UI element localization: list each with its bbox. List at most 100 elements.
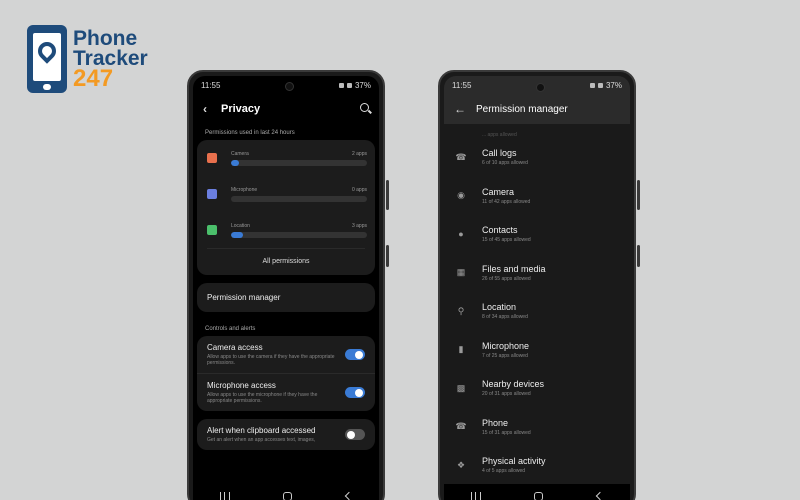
volume-button	[386, 180, 389, 210]
volume-button	[637, 180, 640, 210]
phonetracker247-logo: Phone Tracker 247	[27, 23, 157, 95]
usage-header: Location 3 apps	[231, 223, 367, 229]
nearby-devices-icon: ▩	[456, 382, 466, 393]
permission-item[interactable]: ◉ Camera 11 of 42 apps allowed	[444, 177, 630, 216]
clipboard-card: Alert when clipboard accessed Get an ale…	[197, 419, 375, 450]
home-icon[interactable]	[534, 491, 544, 500]
permission-manager-screen: 11:55 37% ← Permission manager ... apps …	[444, 76, 630, 500]
usage-count: 2 apps	[351, 150, 367, 157]
front-camera	[536, 83, 545, 92]
clipboard-desc: Get an alert when an app accesses text, …	[207, 437, 316, 443]
permission-manager-item[interactable]: Permission manager	[197, 283, 375, 312]
location-icon: ⚲	[457, 305, 465, 316]
permission-title: Files and media	[482, 263, 546, 274]
search-icon[interactable]	[360, 103, 369, 112]
usage-bar	[231, 195, 367, 202]
permission-item[interactable]: ☎ Call logs 6 of 10 apps allowed	[444, 138, 630, 177]
call-log-icon: ☎	[455, 151, 467, 162]
permission-text: Nearby devices 20 of 31 apps allowed	[482, 379, 544, 397]
page-title: Permission manager	[476, 103, 568, 115]
clipboard-title: Alert when clipboard accessed	[207, 426, 316, 435]
wifi-icon	[597, 82, 603, 88]
toggle-desc: Allow apps to use the camera if they hav…	[207, 354, 335, 366]
permission-title: Contacts	[482, 225, 518, 236]
permission-text: Phone 15 of 31 apps allowed	[482, 418, 531, 436]
controls-section-label: Controls and alerts	[205, 326, 256, 332]
privacy-screen: 11:55 37% ‹ Privacy Permissions used in …	[193, 76, 379, 500]
permission-manager-appbar: ← Permission manager	[444, 94, 630, 124]
permission-item[interactable]: ☎ Phone 15 of 31 apps allowed	[444, 408, 630, 447]
page-title: Privacy	[221, 103, 261, 115]
permission-subtitle: 7 of 25 apps allowed	[482, 352, 528, 359]
usage-count: 0 apps	[351, 186, 367, 193]
recent-apps-icon[interactable]	[470, 492, 481, 500]
location-icon	[207, 225, 217, 235]
power-button	[386, 245, 389, 267]
signal-icon	[338, 82, 344, 88]
permission-text: Camera 11 of 42 apps allowed	[482, 187, 530, 205]
permission-title: Call logs	[482, 148, 517, 159]
usage-bar	[231, 231, 367, 238]
usage-card: Camera 2 apps Microphone 0 apps Location 3 ap…	[197, 140, 375, 275]
access-toggle[interactable]	[345, 349, 365, 360]
permission-subtitle: 15 of 31 apps allowed	[482, 429, 531, 436]
all-permissions-link[interactable]: All permissions	[207, 248, 365, 275]
logo-text: Phone Tracker 247	[73, 27, 148, 92]
folder-icon: ▦	[456, 267, 466, 278]
usage-row[interactable]: Microphone 0 apps	[197, 176, 375, 212]
back-icon[interactable]: ‹	[203, 102, 207, 116]
permission-subtitle: 6 of 10 apps allowed	[482, 160, 528, 167]
clipboard-alert-row[interactable]: Alert when clipboard accessed Get an ale…	[197, 419, 375, 450]
permission-title: Camera	[482, 186, 515, 197]
toggle-desc: Allow apps to use the microphone if they…	[207, 392, 318, 404]
permission-text: Physical activity 4 of 5 apps allowed	[482, 456, 546, 474]
permission-text: Contacts 15 of 45 apps allowed	[482, 225, 531, 243]
usage-bar-fill	[231, 231, 244, 238]
status-battery: 37%	[605, 80, 622, 90]
permission-item[interactable]: ▦ Files and media 26 of 55 apps allowed	[444, 254, 630, 293]
toggle-knob	[355, 388, 363, 397]
permission-item[interactable]: ❖ Physical activity 4 of 5 apps allowed	[444, 446, 630, 485]
permission-subtitle: 11 of 42 apps allowed	[482, 198, 531, 205]
permission-title: Location	[482, 302, 517, 313]
toggle-text: Camera access Allow apps to use the camer…	[207, 343, 337, 366]
usage-label: Location	[231, 222, 250, 229]
permission-item[interactable]: ⚲ Location 8 of 34 apps allowed	[444, 292, 630, 331]
permission-subtitle: 4 of 5 apps allowed	[482, 468, 526, 475]
permission-text: Microphone 7 of 25 apps allowed	[482, 341, 529, 359]
usage-row[interactable]: Camera 2 apps	[197, 140, 375, 176]
logo-line3: 247	[73, 65, 114, 92]
permission-item[interactable]: ● Contacts 15 of 45 apps allowed	[444, 215, 630, 254]
toggle-row[interactable]: Microphone access Allow apps to use the m…	[197, 374, 375, 411]
status-time: 11:55	[201, 80, 221, 90]
left-phone: 11:55 37% ‹ Privacy Permissions used in …	[187, 70, 385, 500]
permission-item[interactable]: ▮ Microphone 7 of 25 apps allowed	[444, 331, 630, 370]
status-battery: 37%	[354, 80, 371, 90]
permission-text: Files and media 26 of 55 apps allowed	[482, 264, 546, 282]
access-toggle[interactable]	[345, 387, 365, 398]
permission-subtitle: 8 of 34 apps allowed	[482, 314, 528, 321]
logo-line1: Phone	[73, 27, 138, 50]
front-camera	[285, 82, 294, 91]
status-time: 11:55	[452, 80, 472, 90]
back-arrow-icon[interactable]: ←	[454, 102, 466, 116]
nav-back-icon[interactable]	[595, 491, 605, 500]
contacts-icon: ●	[458, 229, 464, 240]
permission-subtitle: 26 of 55 apps allowed	[482, 275, 531, 282]
permission-text: Call logs 6 of 10 apps allowed	[482, 148, 528, 166]
permission-title: Physical activity	[482, 456, 546, 467]
microphone-icon	[207, 189, 217, 199]
permission-title: Nearby devices	[482, 379, 545, 390]
nav-bar	[444, 484, 630, 500]
recent-apps-icon[interactable]	[219, 492, 230, 500]
toggle-row[interactable]: Camera access Allow apps to use the camer…	[197, 336, 375, 374]
usage-header: Camera 2 apps	[231, 151, 367, 157]
usage-row[interactable]: Location 3 apps	[197, 212, 375, 248]
microphone-icon: ▮	[458, 344, 464, 355]
permission-item[interactable]: ▩ Nearby devices 20 of 31 apps allowed	[444, 369, 630, 408]
clipboard-toggle[interactable]	[345, 429, 365, 440]
nav-back-icon[interactable]	[344, 491, 354, 500]
home-icon[interactable]	[283, 491, 293, 500]
usage-section-label: Permissions used in last 24 hours	[205, 130, 295, 136]
phone-pin-icon	[27, 25, 67, 93]
